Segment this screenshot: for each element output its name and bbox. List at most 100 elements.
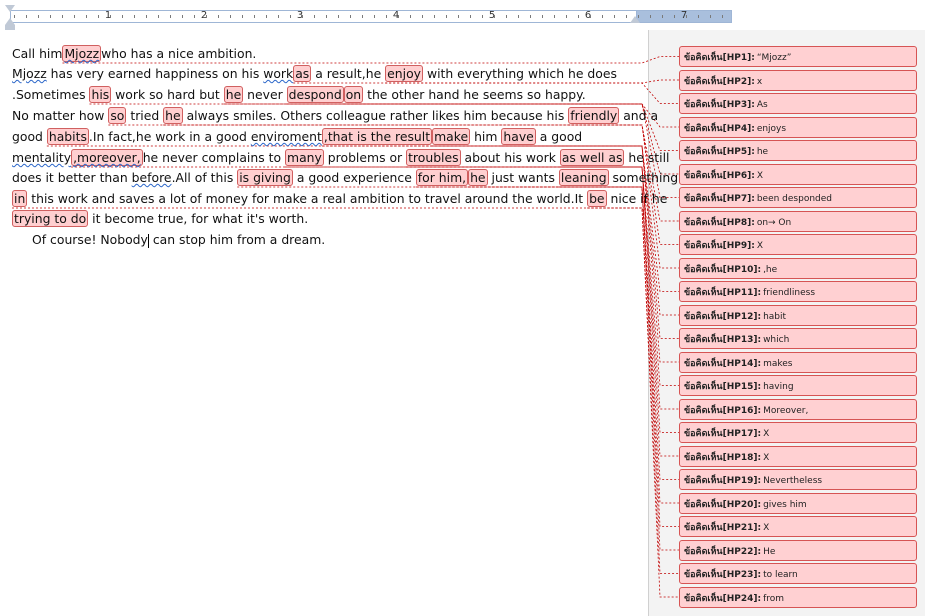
doc-line: .Sometimes his work so hard but he never…: [12, 86, 586, 107]
comment-balloon[interactable]: ข้อคิดเห็น[HP20]: gives him: [679, 492, 917, 514]
ruler-tick: [494, 15, 495, 18]
comment-label: ข้อคิดเห็น[HP14]:: [684, 358, 762, 369]
comment-label: ข้อคิดเห็น[HP8]:: [684, 217, 755, 228]
comment-anchor-hp9[interactable]: so: [108, 107, 127, 124]
comment-anchor-hp22[interactable]: he: [468, 169, 488, 186]
comment-balloon[interactable]: ข้อคิดเห็น[HP5]: he: [679, 140, 917, 161]
comment-label: ข้อคิดเห็น[HP6]:: [684, 170, 755, 181]
comment-text: been desponded: [756, 194, 832, 204]
ruler-tick: [326, 15, 327, 18]
comment-balloon[interactable]: ข้อคิดเห็น[HP7]: been desponded: [679, 187, 917, 208]
ruler-tick: [26, 15, 27, 18]
comment-balloon[interactable]: ข้อคิดเห็น[HP8]: on→ On: [679, 210, 917, 232]
doc-text: .In fact,he work in a good: [88, 129, 251, 144]
comment-anchor-hp19[interactable]: as well as: [559, 149, 625, 166]
comment-text: friendliness: [763, 288, 816, 298]
comment-anchor-hp23[interactable]: leaning: [558, 169, 609, 186]
comment-label: ข้อคิดเห็น[HP13]:: [684, 335, 762, 345]
comment-balloon[interactable]: ข้อคิดเห็น[HP1]: “Mjozz”: [679, 46, 917, 67]
comment-balloon[interactable]: ข้อคิดเห็น[HP19]: Nevertheless: [679, 469, 917, 490]
doc-line: Call him Mjozz who has a nice ambition.: [12, 45, 256, 66]
comment-balloon[interactable]: ข้อคิดเห็น[HP12]: habit: [679, 304, 917, 326]
doc-text: him: [470, 129, 502, 144]
comment-balloon[interactable]: ข้อคิดเห็น[HP16]: Moreover,: [679, 398, 917, 420]
doc-text: can stop him from a dream.: [148, 232, 326, 247]
ruler-tick: [278, 15, 279, 18]
ruler-number: 7: [680, 10, 688, 21]
comment-balloon[interactable]: ข้อคิดเห็น[HP17]: X: [679, 422, 917, 443]
comment-label: ข้อคิดเห็น[HP11]:: [684, 288, 762, 298]
comment-balloon[interactable]: ข้อคิดเห็น[HP10]: ,he: [679, 257, 917, 279]
comment-balloon[interactable]: ข้อคิดเห็น[HP23]: to learn: [679, 563, 917, 584]
comment-anchor-hp3[interactable]: as: [293, 65, 312, 82]
comment-anchor-hp25[interactable]: be: [587, 190, 607, 207]
ruler-tick: [386, 15, 387, 18]
comment-connector: [415, 186, 679, 504]
comment-balloon[interactable]: ข้อคิดเห็น[HP11]: friendliness: [679, 281, 917, 302]
doc-text: has very earned happiness on his: [46, 66, 264, 81]
comment-balloon[interactable]: ข้อคิดเห็น[HP2]: x: [679, 69, 917, 91]
doc-text: he never complains to: [142, 150, 285, 165]
first-line-indent-marker-icon[interactable]: [5, 5, 15, 12]
comment-anchor-hp1[interactable]: Mjozz: [62, 45, 102, 62]
comment-label: ข้อคิดเห็น[HP2]:: [684, 76, 755, 87]
ruler-tick: [110, 15, 111, 18]
comment-balloon[interactable]: ข้อคิดเห็น[HP9]: X: [679, 234, 917, 255]
ruler-tick: [242, 15, 243, 18]
ruler-tick: [194, 15, 195, 18]
comment-anchor-hp8[interactable]: on: [343, 86, 364, 103]
ruler-tick: [254, 15, 255, 18]
comment-label: ข้อคิดเห็น[HP19]:: [684, 476, 762, 486]
left-indent-marker-icon[interactable]: [5, 25, 15, 30]
comment-text: X: [756, 241, 763, 251]
doc-line: in this work and saves a lot of money fo…: [12, 190, 667, 211]
comment-balloon[interactable]: ข้อคิดเห็น[HP18]: X: [679, 445, 917, 467]
ruler-tick: [614, 15, 615, 18]
doc-text: .Sometimes: [12, 87, 90, 102]
doc-text: never: [243, 87, 287, 102]
comment-anchor-hp13[interactable]: ,that is the result: [321, 128, 433, 145]
comment-anchor-hp20[interactable]: is giving: [237, 169, 293, 186]
comment-anchor-hp18[interactable]: troubles: [406, 149, 461, 166]
comment-balloon[interactable]: ข้อคิดเห็น[HP14]: makes: [679, 351, 917, 373]
comment-anchor-hp24[interactable]: in: [12, 190, 28, 207]
ruler-number: 1: [104, 10, 112, 21]
doc-text: about his work: [460, 150, 560, 165]
comment-anchor-hp5[interactable]: his: [89, 86, 112, 103]
ruler-tick: [530, 15, 531, 18]
doc-text: good: [12, 129, 47, 144]
ruler-tick: [590, 15, 591, 18]
comment-anchor-hp7[interactable]: despond: [286, 86, 344, 103]
comment-anchor-hp6[interactable]: he: [223, 86, 244, 103]
ruler-tick: [86, 15, 87, 18]
comment-balloon[interactable]: ข้อคิดเห็น[HP3]: As: [679, 93, 917, 114]
comment-balloon[interactable]: ข้อคิดเห็น[HP15]: having: [679, 375, 917, 396]
comment-balloon[interactable]: ข้อคิดเห็น[HP6]: X: [679, 163, 917, 185]
ruler-tick: [338, 15, 339, 18]
ruler-tick: [290, 15, 291, 18]
comment-anchor-hp17[interactable]: many: [285, 149, 324, 166]
comment-balloon[interactable]: ข้อคิดเห็น[HP13]: which: [679, 328, 917, 349]
hanging-indent-marker-icon[interactable]: [5, 18, 15, 25]
doc-line: does it better than before.All of this i…: [12, 169, 678, 190]
ruler-tick: [446, 15, 447, 18]
comment-anchor-hp14[interactable]: make: [432, 128, 471, 145]
comment-anchor-hp10[interactable]: he: [163, 107, 183, 124]
comment-anchor-hp16[interactable]: ,moreover,: [71, 149, 143, 166]
doc-text: this work and saves a lot of money for m…: [27, 191, 588, 206]
comment-anchor-hp26[interactable]: trying to do: [12, 210, 89, 227]
horizontal-ruler[interactable]: 1 2 3 4 5 6 7: [0, 0, 925, 30]
comment-balloon[interactable]: ข้อคิดเห็น[HP22]: He: [679, 539, 917, 561]
ruler-tick: [698, 15, 699, 18]
doc-line: good habits .In fact,he work in a good en…: [12, 128, 582, 149]
comment-balloon[interactable]: ข้อคิดเห็น[HP24]: from: [679, 586, 917, 608]
comment-anchor-hp4[interactable]: enjoy: [385, 65, 423, 82]
comment-anchor-hp12[interactable]: habits: [46, 128, 89, 145]
comment-anchor-hp11[interactable]: friendly: [568, 107, 620, 124]
ruler-tick: [146, 15, 147, 18]
doc-text: tried: [126, 108, 164, 123]
comment-anchor-hp15[interactable]: have: [501, 128, 536, 145]
comment-balloon[interactable]: ข้อคิดเห็น[HP21]: X: [679, 516, 917, 537]
comment-balloon[interactable]: ข้อคิดเห็น[HP4]: enjoys: [679, 116, 917, 138]
comment-anchor-hp21[interactable]: for him,: [415, 169, 469, 186]
